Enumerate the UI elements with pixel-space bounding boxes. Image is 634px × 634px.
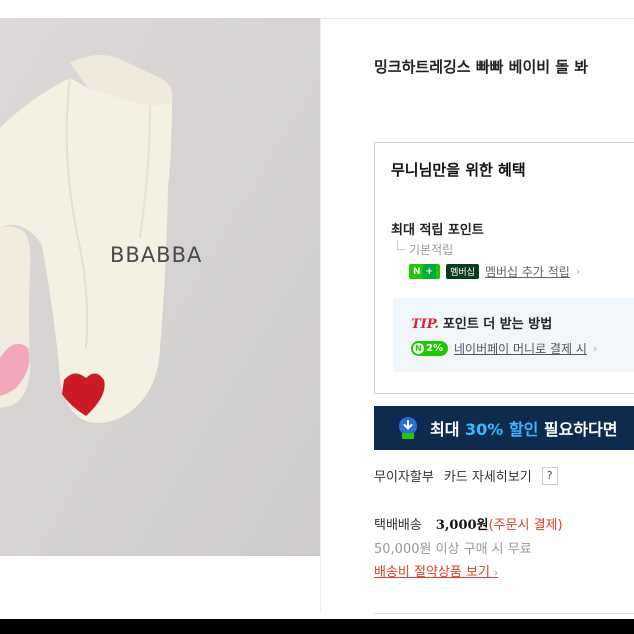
free-shipping-condition: 50,000원 이상 구매 시 무료 <box>374 542 532 557</box>
npay-badge: N + <box>409 264 441 279</box>
product-photo[interactable]: BBABBA <box>0 18 320 556</box>
tree-connector <box>397 240 405 250</box>
section-divider <box>374 613 634 614</box>
product-title: 밍크하트레깅스 빠빠 베이비 돌 봐 <box>374 58 589 76</box>
chevron-right-icon: › <box>494 566 499 579</box>
tip-tag: TIP. <box>411 317 439 332</box>
max-points-label: 최대 적립 포인트 <box>391 223 484 238</box>
promo-suffix: 필요하다면 <box>543 420 618 439</box>
product-image-pane: BBABBA <box>0 0 320 634</box>
tip-heading-text: 포인트 더 받는 방법 <box>442 317 553 332</box>
npay-letter: N <box>413 266 421 277</box>
promo-accent: 30% 할인 <box>465 420 539 439</box>
leggings-illustration <box>0 18 320 556</box>
benefits-panel: 무니님만을 위한 혜택 최대 적립 포인트 기본적립 N + 멤버십 멤버십 추… <box>374 142 634 394</box>
chevron-right-icon: › <box>575 265 581 278</box>
discount-promo-banner[interactable]: 최대 30% 할인 필요하다면 <box>374 406 634 450</box>
chevron-right-icon: › <box>592 342 598 355</box>
help-icon[interactable]: ? <box>541 466 558 485</box>
installment-label: 무이자할부 <box>374 470 434 485</box>
shipping-fee-note: (주문시 결제) <box>488 518 563 533</box>
benefits-title: 무니님만을 위한 혜택 <box>391 161 526 179</box>
shipping-saver-link[interactable]: 배송비 절약상품 보기 › <box>374 561 498 580</box>
membership-badge: 멤버십 <box>446 264 479 279</box>
npay-rate: 2% <box>426 343 443 354</box>
promo-prefix: 최대 <box>430 420 460 439</box>
top-divider <box>320 18 634 19</box>
download-icon <box>399 417 417 439</box>
promo-text: 최대 30% 할인 필요하다면 <box>430 416 618 440</box>
tip-box: TIP. 포인트 더 받는 방법 N 2% 네이버페이 머니로 결제 시 › <box>393 298 634 372</box>
shipping-fee: 3,000원 <box>435 518 489 533</box>
saver-link-text[interactable]: 배송비 절약상품 보기 <box>374 565 490 580</box>
installment-row: 무이자할부 카드 자세히보기 ? <box>374 466 558 485</box>
membership-row[interactable]: N + 멤버십 멤버십 추가 적립 › <box>409 263 580 280</box>
shipping-method: 택배배송 <box>374 518 422 533</box>
npay-rate-badge: N 2% <box>411 341 448 356</box>
plus-icon: + <box>422 264 437 279</box>
shipping-row: 택배배송 3,000원(주문시 결제) <box>374 514 563 533</box>
card-details-link[interactable]: 카드 자세히보기 <box>444 466 532 485</box>
brand-watermark: BBABBA <box>110 243 203 267</box>
npay-circle-icon: N <box>413 343 424 354</box>
membership-link[interactable]: 멤버십 추가 적립 <box>485 263 570 280</box>
tip-heading: TIP. 포인트 더 받는 방법 <box>411 313 552 332</box>
column-divider <box>320 18 321 613</box>
npay-money-link[interactable]: 네이버페이 머니로 결제 시 <box>454 340 587 357</box>
basic-points-label: 기본적립 <box>409 243 454 257</box>
npay-money-row[interactable]: N 2% 네이버페이 머니로 결제 시 › <box>411 340 597 357</box>
bottom-bar <box>0 619 634 634</box>
